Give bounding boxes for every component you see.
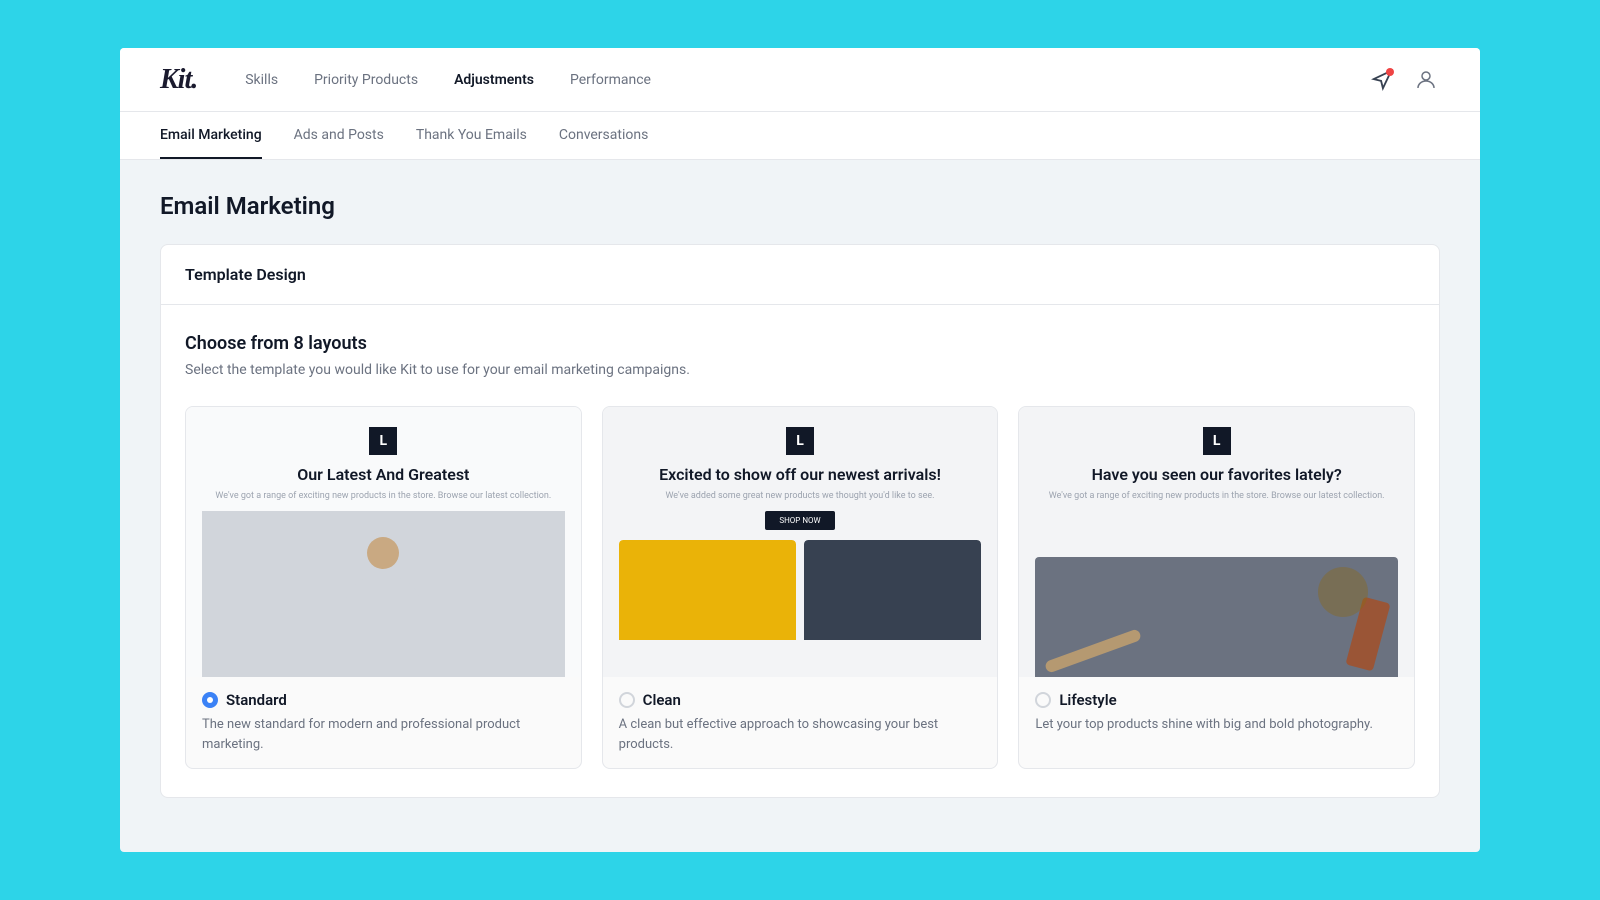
tshirt-yellow-block	[619, 540, 796, 677]
nav-item-priority-products[interactable]: Priority Products	[314, 68, 418, 92]
template-grid: L Our Latest And Greatest We've got a ra…	[185, 406, 1415, 769]
nav-item-adjustments[interactable]: Adjustments	[454, 68, 534, 92]
layouts-title: Choose from 8 layouts	[185, 333, 1415, 354]
template-logo-badge-clean: L	[786, 427, 814, 455]
template-name-clean: Clean	[643, 691, 681, 709]
app-logo[interactable]: Kit.	[160, 64, 197, 96]
template-design-card: Template Design Choose from 8 layouts Se…	[160, 244, 1440, 798]
template-radio-standard[interactable]	[202, 692, 218, 708]
template-headline-clean: Excited to show off our newest arrivals!	[659, 465, 941, 484]
template-desc-lifestyle: Let your top products shine with big and…	[1035, 715, 1398, 735]
template-name-standard: Standard	[226, 691, 287, 709]
sub-navigation: Email Marketing Ads and Posts Thank You …	[120, 112, 1480, 160]
card-header: Template Design	[161, 245, 1439, 305]
template-btn-clean: SHOP NOW	[765, 511, 834, 530]
subnav-ads-and-posts[interactable]: Ads and Posts	[294, 113, 384, 159]
page-title: Email Marketing	[160, 192, 1440, 220]
nav-item-skills[interactable]: Skills	[245, 68, 278, 92]
top-nav: Kit. Skills Priority Products Adjustment…	[120, 48, 1480, 112]
user-avatar-icon	[1414, 68, 1438, 92]
template-image-clean	[619, 540, 982, 677]
template-preview-lifestyle: L Have you seen our favorites lately? We…	[1019, 407, 1414, 677]
main-content: Email Marketing Template Design Choose f…	[120, 160, 1480, 852]
template-subtext-lifestyle: We've got a range of exciting new produc…	[1049, 490, 1385, 503]
subnav-email-marketing[interactable]: Email Marketing	[160, 113, 262, 159]
template-desc-standard: The new standard for modern and professi…	[202, 715, 565, 754]
template-logo-badge-lifestyle: L	[1203, 427, 1231, 455]
notification-dot	[1386, 68, 1394, 76]
template-desc-clean: A clean but effective approach to showca…	[619, 715, 982, 754]
card-body: Choose from 8 layouts Select the templat…	[161, 305, 1439, 797]
template-name-lifestyle: Lifestyle	[1059, 691, 1116, 709]
person-image-standard	[202, 511, 565, 677]
template-name-row-clean: Clean	[619, 691, 982, 709]
template-subtext-clean: We've added some great new products we t…	[665, 490, 934, 503]
template-logo-badge-standard: L	[369, 427, 397, 455]
template-image-lifestyle	[1035, 511, 1398, 677]
lifestyle-photo-block	[1035, 557, 1398, 677]
card-header-title: Template Design	[185, 265, 306, 284]
subnav-thank-you-emails[interactable]: Thank You Emails	[416, 113, 527, 159]
main-navigation: Skills Priority Products Adjustments Per…	[245, 68, 1368, 92]
nav-right-actions	[1368, 66, 1440, 94]
template-preview-clean: L Excited to show off our newest arrival…	[603, 407, 998, 677]
layouts-subtitle: Select the template you would like Kit t…	[185, 362, 1415, 378]
template-name-row-lifestyle: Lifestyle	[1035, 691, 1398, 709]
app-container: Kit. Skills Priority Products Adjustment…	[120, 48, 1480, 852]
template-card-lifestyle[interactable]: L Have you seen our favorites lately? We…	[1018, 406, 1415, 769]
template-card-standard[interactable]: L Our Latest And Greatest We've got a ra…	[185, 406, 582, 769]
template-headline-standard: Our Latest And Greatest	[297, 465, 469, 484]
template-info-clean: Clean A clean but effective approach to …	[603, 677, 998, 768]
notifications-button[interactable]	[1368, 66, 1396, 94]
template-image-standard	[202, 511, 565, 677]
template-subtext-standard: We've got a range of exciting new produc…	[215, 490, 551, 503]
template-info-lifestyle: Lifestyle Let your top products shine wi…	[1019, 677, 1414, 749]
template-name-row-standard: Standard	[202, 691, 565, 709]
nav-item-performance[interactable]: Performance	[570, 68, 651, 92]
tshirt-dark-block	[804, 540, 981, 677]
template-info-standard: Standard The new standard for modern and…	[186, 677, 581, 768]
subnav-conversations[interactable]: Conversations	[559, 113, 648, 159]
template-headline-lifestyle: Have you seen our favorites lately?	[1092, 465, 1342, 484]
user-profile-button[interactable]	[1412, 66, 1440, 94]
template-radio-clean[interactable]	[619, 692, 635, 708]
template-card-clean[interactable]: L Excited to show off our newest arrival…	[602, 406, 999, 769]
template-preview-standard: L Our Latest And Greatest We've got a ra…	[186, 407, 581, 677]
template-radio-lifestyle[interactable]	[1035, 692, 1051, 708]
